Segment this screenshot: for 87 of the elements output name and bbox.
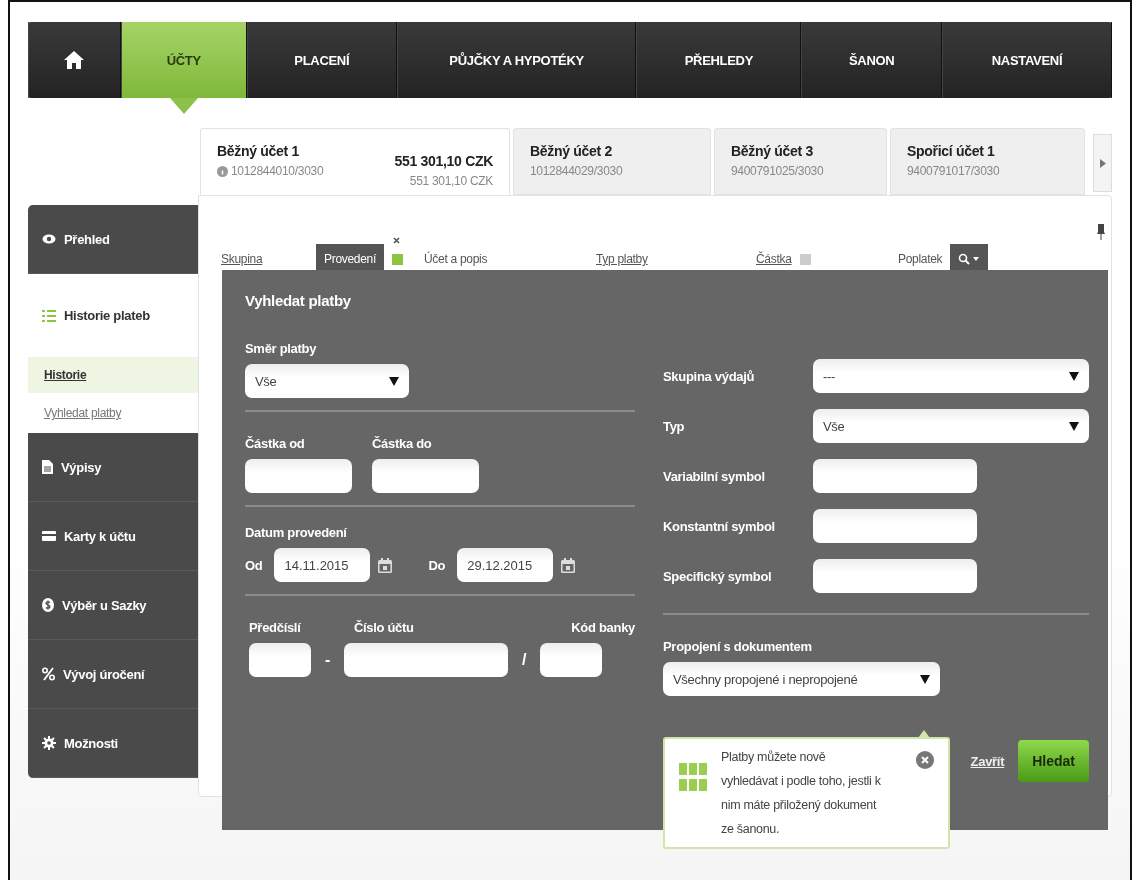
info-icon <box>217 165 228 177</box>
sort-button[interactable] <box>799 253 811 265</box>
field-label: Předčíslí <box>248 620 302 635</box>
field-label: Typ <box>663 418 686 434</box>
dialog-title: Vyhledat platby <box>245 292 352 309</box>
home-tab[interactable] <box>28 22 121 98</box>
separator: / <box>522 651 527 669</box>
field-label: Číslo účtu <box>353 620 415 635</box>
home-icon <box>64 51 85 69</box>
field-label: Částka od <box>245 436 306 451</box>
sort-button[interactable] <box>392 253 403 265</box>
column-header[interactable]: Účet a popis <box>424 244 488 274</box>
coin-icon <box>42 598 54 612</box>
field-label: Do <box>428 557 446 573</box>
list-icon <box>42 309 56 322</box>
grid-icon <box>679 763 707 793</box>
account-name: Spořicí účet 1 <box>907 143 996 159</box>
calendar-icon[interactable] <box>378 557 393 573</box>
nav-tab[interactable]: ŠANON <box>801 22 942 98</box>
account-number: 1012844010/3030 <box>217 164 324 178</box>
close-icon[interactable] <box>916 751 934 769</box>
input-field[interactable]: 14.11.2015 <box>274 548 371 582</box>
account-tab[interactable]: Běžný účet 2 1012844029/3030 <box>513 128 711 195</box>
account-name: Běžný účet 1 <box>217 143 300 159</box>
tab-pointer-icon <box>169 98 198 114</box>
input-field[interactable]: 29.12.2015 <box>457 548 554 582</box>
account-number: 9400791017/3030 <box>907 164 1000 178</box>
dropdown-caret-icon <box>389 376 399 386</box>
field-label: Datum provedení <box>245 525 348 540</box>
pin-icon[interactable] <box>1097 224 1105 240</box>
account-balance: 551 301,10 CZK <box>394 153 493 169</box>
next-button[interactable] <box>1093 134 1112 192</box>
account-number: 9400791025/3030 <box>731 164 824 178</box>
account-name: Běžný účet 2 <box>530 143 613 159</box>
sidebar-subitem[interactable]: Historie <box>28 357 198 393</box>
gear-icon <box>42 736 56 750</box>
dropdown[interactable]: Vše <box>245 364 409 398</box>
column-header[interactable]: Poplatek <box>898 244 943 274</box>
field-label: Variabilní symbol <box>663 468 766 484</box>
column-header[interactable]: Typ platby <box>596 244 648 274</box>
eye-icon <box>42 234 56 244</box>
tooltip-text: Platby můžete nově vyhledávat i podle toho, jestli k nim máte přiložený dokument ze šanonu. <box>721 749 882 837</box>
search-button[interactable]: Hledat <box>1018 740 1089 782</box>
input-field[interactable] <box>813 509 977 543</box>
input-field[interactable] <box>245 459 352 493</box>
nav-tab[interactable]: PLACENÍ <box>246 22 397 98</box>
input-field[interactable] <box>540 643 603 677</box>
sidebar-subitem[interactable]: Vyhledat platby <box>28 393 198 433</box>
dropdown[interactable]: Všechny propojené i nepropojené <box>663 662 940 696</box>
play-icon <box>1099 158 1106 168</box>
field-label: Konstantní symbol <box>663 518 776 534</box>
percent-icon <box>42 667 55 681</box>
account-tab[interactable]: Spořicí účet 1 9400791017/3030 <box>890 128 1085 195</box>
field-label: Kód banky <box>571 620 635 635</box>
column-header[interactable]: Skupina <box>221 244 263 274</box>
nav-tab[interactable]: NASTAVENÍ <box>941 22 1112 98</box>
field-label: Propojení s dokumentem <box>663 639 813 654</box>
search-icon <box>958 253 981 265</box>
field-label: Směr platby <box>245 341 318 356</box>
dropdown-caret-icon <box>1069 421 1079 431</box>
column-header[interactable]: Částka <box>756 244 811 274</box>
field-label: Specifický symbol <box>663 568 773 584</box>
account-number: 1012844029/3030 <box>530 164 623 178</box>
close-link[interactable]: Zavřít <box>970 753 1005 769</box>
calendar-icon[interactable] <box>561 557 576 573</box>
input-field[interactable] <box>344 643 509 677</box>
dropdown-caret-icon <box>920 674 930 684</box>
field-label: Od <box>245 557 263 573</box>
nav-tab[interactable]: PŮJČKY A HYPOTÉKY <box>396 22 637 98</box>
input-field[interactable] <box>813 559 977 593</box>
input-field[interactable] <box>249 643 311 677</box>
field-label: Skupina výdajů <box>663 368 756 384</box>
dropdown[interactable]: --- <box>813 359 1089 393</box>
dropdown[interactable]: Vše <box>813 409 1089 443</box>
account-name: Běžný účet 3 <box>731 143 814 159</box>
account-tab[interactable]: Běžný účet 3 9400791025/3030 <box>714 128 887 195</box>
separator: - <box>325 651 331 669</box>
input-field[interactable] <box>372 459 479 493</box>
dropdown-caret-icon <box>1069 371 1079 381</box>
card-icon <box>42 531 56 541</box>
available-balance: 551 301,10 CZK <box>409 174 493 188</box>
nav-tab[interactable]: PŘEHLEDY <box>636 22 802 98</box>
document-icon <box>42 460 53 474</box>
field-label: Částka do <box>372 436 433 451</box>
account-tab[interactable]: Běžný účet 1 1012844010/3030 551 301,10 CZK 551 301,10 CZK <box>200 128 510 195</box>
sidebar-item[interactable]: Historie plateb <box>28 274 198 357</box>
input-field[interactable] <box>813 459 977 493</box>
